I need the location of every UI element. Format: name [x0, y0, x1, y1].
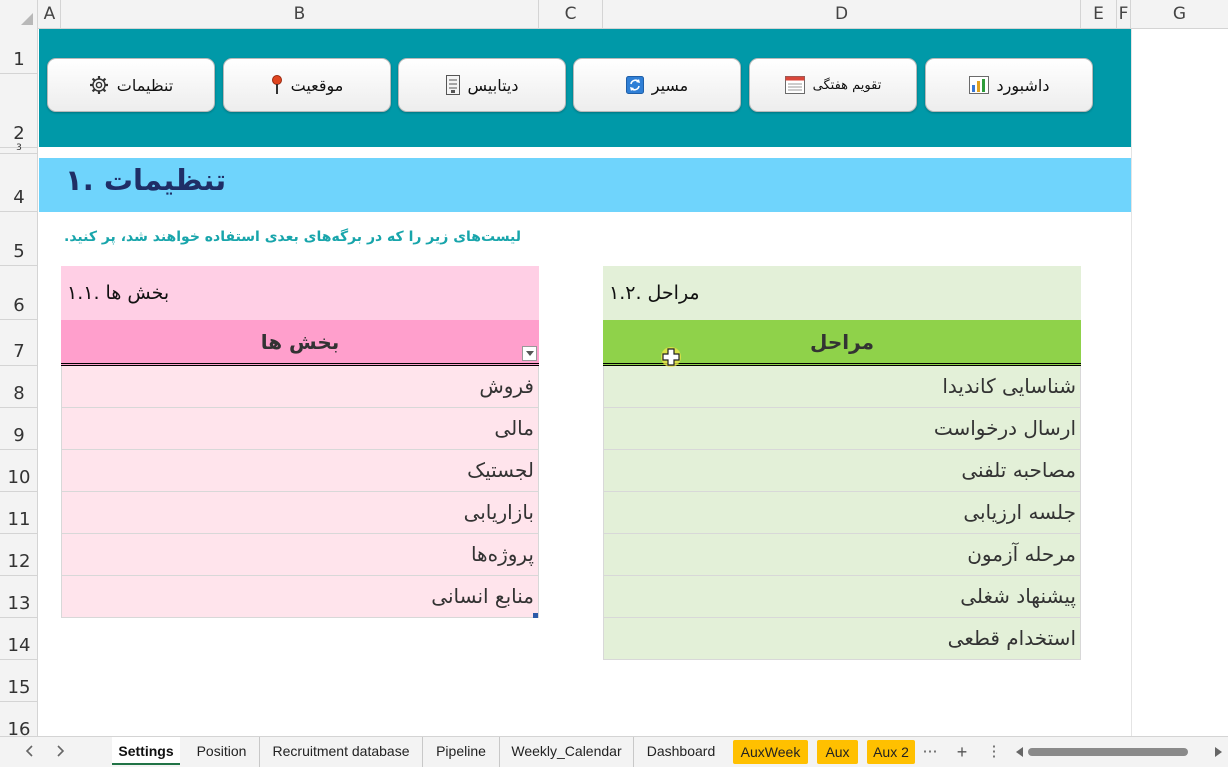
- title-band: تنظیمات .۱: [39, 158, 1131, 212]
- instruction-text: لیست‌های زیر را که در برگه‌های بعدی استف…: [64, 229, 522, 245]
- horizontal-scrollbar[interactable]: [1016, 745, 1222, 759]
- nav-button-label: تنظیمات: [116, 75, 174, 95]
- column-header-e[interactable]: E: [1081, 0, 1117, 29]
- page-title: تنظیمات .۱: [65, 163, 227, 197]
- location-pin-icon: [271, 75, 282, 94]
- row-header[interactable]: 15: [0, 660, 37, 702]
- nav-button-pipeline[interactable]: مسیر: [573, 58, 741, 112]
- navigation-band: داشبورد تقویم هفتگی مسیر دیتابیس موقعیت …: [39, 29, 1131, 147]
- nav-button-label: موقعیت: [290, 75, 344, 95]
- table-row[interactable]: پروژه‌ها: [62, 534, 538, 576]
- nav-button-label: مسیر: [651, 75, 689, 95]
- nav-button-label: تقویم هفتگی: [812, 77, 882, 93]
- sheet-tab-bar: Settings Position Recruitment database P…: [0, 736, 1228, 767]
- calendar-icon: [784, 76, 805, 94]
- sheet-tab-weekly-calendar[interactable]: Weekly_Calendar: [500, 737, 634, 767]
- more-sheets-button[interactable]: ⋯: [920, 742, 940, 762]
- nav-button-label: دیتابیس: [467, 75, 519, 95]
- column-header-f[interactable]: F: [1117, 0, 1131, 29]
- row-header[interactable]: 2: [0, 74, 37, 148]
- sheet-options-button[interactable]: ⋮: [984, 742, 1004, 762]
- nav-button-database[interactable]: دیتابیس: [398, 58, 566, 112]
- add-sheet-button[interactable]: +: [952, 742, 972, 762]
- column-header-bar: A B C D E F G: [0, 0, 1228, 29]
- table-row[interactable]: بازاریابی: [62, 492, 538, 534]
- row-header[interactable]: 5: [0, 212, 37, 266]
- stages-table-body: شناسایی کاندیدا ارسال درخواست مصاحبه تلف…: [603, 366, 1081, 660]
- sheet-tab-aux[interactable]: Aux: [817, 740, 858, 764]
- table-row[interactable]: استخدام قطعی: [604, 618, 1080, 660]
- sheet-tab-recruitment-database[interactable]: Recruitment database: [260, 737, 423, 767]
- table-resize-handle[interactable]: [533, 613, 538, 618]
- nav-button-position[interactable]: موقعیت: [223, 58, 391, 112]
- table-row[interactable]: ارسال درخواست: [604, 408, 1080, 450]
- scroll-tabs-right-button[interactable]: [52, 743, 70, 761]
- sheet-tab-pipeline[interactable]: Pipeline: [423, 737, 500, 767]
- departments-table-title[interactable]: بخش ها .۱.۱: [61, 266, 539, 320]
- row-header[interactable]: 11: [0, 492, 37, 534]
- sheet-tab-settings[interactable]: Settings: [112, 737, 180, 765]
- column-header-c[interactable]: C: [539, 0, 603, 29]
- row-header[interactable]: 4: [0, 154, 37, 212]
- departments-table-header[interactable]: بخش ها: [61, 320, 539, 366]
- row-header[interactable]: 10: [0, 450, 37, 492]
- departments-table-body: فروش مالی لجستیک بازاریابی پروژه‌ها مناب…: [61, 366, 539, 618]
- table-row[interactable]: لجستیک: [62, 450, 538, 492]
- sheet-tab-dashboard[interactable]: Dashboard: [634, 737, 728, 767]
- table-row[interactable]: پیشنهاد شغلی: [604, 576, 1080, 618]
- row-header-bar: 1 2 3 4 5 6 7 8 9 10 11 12 13 14 15 16: [0, 29, 38, 736]
- row-header[interactable]: 14: [0, 618, 37, 660]
- scroll-right-arrow-icon[interactable]: [1215, 747, 1222, 757]
- column-header-a[interactable]: A: [39, 0, 61, 29]
- scroll-tabs-left-button[interactable]: [20, 743, 38, 761]
- table-row[interactable]: منابع انسانی: [62, 576, 538, 618]
- row-header[interactable]: 6: [0, 266, 37, 320]
- table-row[interactable]: فروش: [62, 366, 538, 408]
- chevron-right-icon: [57, 745, 65, 757]
- column-header-g[interactable]: G: [1131, 0, 1228, 29]
- departments-table: بخش ها .۱.۱ بخش ها فروش مالی لجستیک بازا…: [61, 266, 539, 618]
- stages-table-title[interactable]: مراحل .۱.۲: [603, 266, 1081, 320]
- database-icon: [445, 75, 460, 95]
- select-all-corner[interactable]: [0, 0, 38, 29]
- row-header[interactable]: 9: [0, 408, 37, 450]
- scrollbar-thumb[interactable]: [1028, 748, 1188, 756]
- row-header[interactable]: 8: [0, 366, 37, 408]
- nav-button-settings[interactable]: تنظیمات: [47, 58, 215, 112]
- stages-table: مراحل .۱.۲ مراحل شناسایی کاندیدا ارسال د…: [603, 266, 1081, 660]
- filter-dropdown-button[interactable]: [522, 346, 537, 361]
- sheet-tab-position[interactable]: Position: [184, 737, 260, 767]
- table-row[interactable]: مالی: [62, 408, 538, 450]
- table-row[interactable]: جلسه ارزیابی: [604, 492, 1080, 534]
- row-header[interactable]: 16: [0, 702, 37, 736]
- column-header-d[interactable]: D: [603, 0, 1081, 29]
- nav-button-label: داشبورد: [996, 75, 1050, 95]
- cell-select-cursor-icon: [661, 347, 681, 367]
- table-row[interactable]: مرحله آزمون: [604, 534, 1080, 576]
- table-row[interactable]: مصاحبه تلفنی: [604, 450, 1080, 492]
- bar-chart-icon: [968, 76, 989, 94]
- row-header[interactable]: 13: [0, 576, 37, 618]
- row-header[interactable]: 12: [0, 534, 37, 576]
- nav-button-dashboard[interactable]: داشبورد: [925, 58, 1093, 112]
- sheet-tab-auxweek[interactable]: AuxWeek: [733, 740, 808, 764]
- sheet-tab-aux-2[interactable]: Aux 2: [867, 740, 915, 764]
- row-header[interactable]: 7: [0, 320, 37, 366]
- chevron-left-icon: [25, 745, 33, 757]
- refresh-icon: [625, 76, 644, 94]
- column-header-b[interactable]: B: [61, 0, 539, 29]
- chevron-down-icon: [525, 351, 534, 356]
- nav-button-weekly-calendar[interactable]: تقویم هفتگی: [749, 58, 917, 112]
- row-header[interactable]: 1: [0, 29, 37, 74]
- gear-icon: [89, 76, 108, 94]
- scroll-left-arrow-icon[interactable]: [1016, 747, 1023, 757]
- table-row[interactable]: شناسایی کاندیدا: [604, 366, 1080, 408]
- gridline: [1131, 29, 1132, 736]
